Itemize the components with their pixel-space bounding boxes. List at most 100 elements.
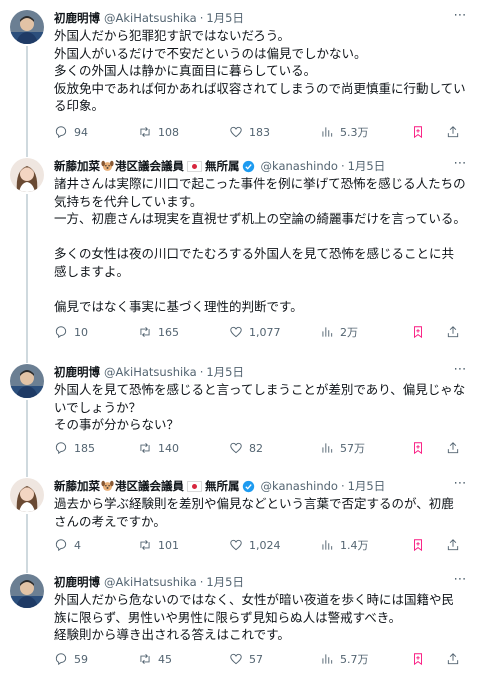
- retweet-icon: [140, 127, 150, 137]
- share-icon: [447, 442, 459, 454]
- action-bar: 94 108 183 5.3万: [54, 123, 468, 141]
- views-button[interactable]: 5.7万: [320, 650, 369, 668]
- retweet-button[interactable]: 140: [138, 439, 179, 457]
- avatar[interactable]: [10, 478, 44, 512]
- tweet-4[interactable]: 新藤加菜 港区議会議員 無所属 @kanashindo · 1月5日 ⋯ 過去か…: [0, 468, 480, 568]
- party-label[interactable]: 無所属: [205, 157, 240, 175]
- handle[interactable]: @kanashindo: [261, 477, 338, 495]
- views-icon: [322, 127, 333, 137]
- view-count: 57万: [340, 442, 365, 455]
- thread-line: [26, 148, 28, 157]
- display-name-suffix[interactable]: 港区議会議員: [115, 157, 184, 175]
- bookmark-button[interactable]: [411, 650, 425, 668]
- display-name[interactable]: 新藤加菜: [54, 157, 100, 175]
- separator-dot: ·: [199, 575, 204, 589]
- like-button[interactable]: 57: [229, 650, 263, 668]
- reply-icon: [55, 539, 67, 552]
- reply-count: 185: [74, 441, 95, 455]
- bookmark-button[interactable]: [411, 323, 425, 341]
- retweet-button[interactable]: 45: [138, 650, 172, 668]
- reply-icon: [55, 326, 67, 339]
- timestamp[interactable]: 1月5日: [206, 573, 244, 591]
- tweet-header: 新藤加菜 港区議会議員 無所属 @kanashindo · 1月5日: [54, 157, 446, 175]
- tweet-2[interactable]: 新藤加菜 港区議会議員 無所属 @kanashindo · 1月5日 ⋯ 諸井さ…: [0, 148, 480, 358]
- avatar[interactable]: [10, 10, 44, 44]
- share-button[interactable]: [446, 536, 460, 554]
- share-button[interactable]: [446, 439, 460, 457]
- share-button[interactable]: [446, 323, 460, 341]
- reply-count: 4: [74, 538, 81, 552]
- views-button[interactable]: 57万: [320, 439, 365, 457]
- retweet-count: 165: [158, 325, 179, 339]
- views-icon: [322, 654, 333, 664]
- display-name[interactable]: 初鹿明博: [54, 573, 100, 591]
- share-button[interactable]: [446, 123, 460, 141]
- view-count: 1.4万: [340, 539, 369, 552]
- display-name[interactable]: 新藤加菜: [54, 477, 100, 495]
- tweet-5[interactable]: 初鹿明博 @AkiHatsushika · 1月5日 ⋯ 外国人だから危ないので…: [0, 564, 480, 673]
- views-button[interactable]: 1.4万: [320, 536, 369, 554]
- timestamp[interactable]: 1月5日: [348, 477, 386, 495]
- more-icon[interactable]: ⋯: [452, 9, 468, 25]
- share-button[interactable]: [446, 650, 460, 668]
- reply-icon: [55, 653, 67, 666]
- avatar[interactable]: [10, 158, 44, 192]
- heart-icon: [230, 539, 242, 551]
- views-icon: [322, 443, 333, 453]
- more-icon[interactable]: ⋯: [452, 157, 468, 173]
- tweet-header: 初鹿明博 @AkiHatsushika · 1月5日: [54, 9, 446, 27]
- retweet-count: 140: [158, 441, 179, 455]
- party-label[interactable]: 無所属: [205, 477, 240, 495]
- timestamp[interactable]: 1月5日: [348, 157, 386, 175]
- bookmark-button[interactable]: [411, 123, 425, 141]
- avatar[interactable]: [10, 574, 44, 608]
- handle[interactable]: @kanashindo: [261, 157, 338, 175]
- reply-icon: [55, 126, 67, 139]
- retweet-count: 108: [158, 125, 179, 139]
- tweet-3[interactable]: 初鹿明博 @AkiHatsushika · 1月5日 ⋯ 外国人を見て恐怖を感じ…: [0, 354, 480, 472]
- share-icon: [447, 653, 459, 665]
- thread-line: [26, 46, 28, 152]
- more-icon[interactable]: ⋯: [452, 363, 468, 379]
- separator-dot: ·: [199, 365, 204, 379]
- views-button[interactable]: 2万: [320, 323, 358, 341]
- like-button[interactable]: 1,077: [229, 323, 281, 341]
- retweet-icon: [140, 540, 150, 550]
- handle[interactable]: @AkiHatsushika: [104, 9, 197, 27]
- handle[interactable]: @AkiHatsushika: [104, 573, 197, 591]
- retweet-count: 101: [158, 538, 179, 552]
- thread-line: [26, 400, 28, 472]
- reply-button[interactable]: 10: [54, 323, 88, 341]
- bookmark-icon: [414, 653, 422, 666]
- like-button[interactable]: 183: [229, 123, 270, 141]
- like-button[interactable]: 1,024: [229, 536, 281, 554]
- retweet-button[interactable]: 101: [138, 536, 179, 554]
- timestamp[interactable]: 1月5日: [206, 9, 244, 27]
- reply-button[interactable]: 185: [54, 439, 95, 457]
- views-icon: [322, 540, 333, 550]
- like-button[interactable]: 82: [229, 439, 263, 457]
- dog-emoji-icon: [101, 160, 114, 172]
- retweet-button[interactable]: 165: [138, 323, 179, 341]
- tweet-1[interactable]: 初鹿明博 @AkiHatsushika · 1月5日 ⋯ 外国人だから犯罪犯す訳…: [0, 0, 480, 152]
- heart-icon: [230, 126, 242, 138]
- avatar[interactable]: [10, 364, 44, 398]
- reply-button[interactable]: 59: [54, 650, 88, 668]
- more-icon[interactable]: ⋯: [452, 573, 468, 589]
- display-name-suffix[interactable]: 港区議会議員: [115, 477, 184, 495]
- timestamp[interactable]: 1月5日: [206, 363, 244, 381]
- display-name[interactable]: 初鹿明博: [54, 9, 100, 27]
- handle[interactable]: @AkiHatsushika: [104, 363, 197, 381]
- views-button[interactable]: 5.3万: [320, 123, 369, 141]
- bookmark-button[interactable]: [411, 439, 425, 457]
- thread-line: [26, 194, 28, 358]
- reply-button[interactable]: 4: [54, 536, 81, 554]
- bookmark-button[interactable]: [411, 536, 425, 554]
- japan-flag-icon: [187, 480, 202, 492]
- more-icon[interactable]: ⋯: [452, 477, 468, 493]
- tweet-text: 外国人だから危ないのではなく、女性が暗い夜道を歩く時には国籍や民族に限らず、男性…: [54, 592, 455, 642]
- reply-button[interactable]: 94: [54, 123, 88, 141]
- display-name[interactable]: 初鹿明博: [54, 363, 100, 381]
- retweet-icon: [140, 443, 150, 453]
- retweet-button[interactable]: 108: [138, 123, 179, 141]
